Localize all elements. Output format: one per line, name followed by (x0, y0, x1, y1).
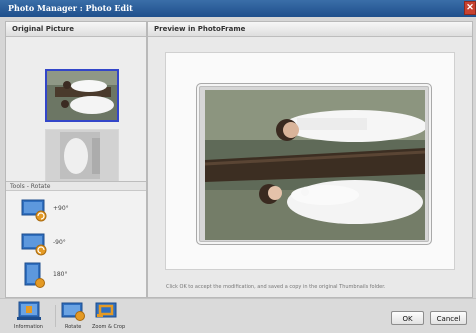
thumbnail-photo-icon (47, 71, 117, 120)
preview-note: Click OK to accept the modification, and… (166, 284, 386, 290)
bottom-toolbar: Information Rotate Zoom & Crop OK Cancel (0, 298, 476, 333)
rotate-minus-90-tool[interactable]: -90° (20, 230, 110, 258)
preview-header: Preview in PhotoFrame (148, 22, 472, 37)
original-picture-header: Original Picture (6, 22, 146, 37)
tab-information-label: Information (14, 324, 43, 330)
tab-zoom-crop-label: Zoom & Crop (92, 324, 126, 330)
close-button[interactable]: ✕ (464, 1, 476, 15)
rotate-plus-90-tool[interactable]: +90° (20, 196, 110, 224)
rotate-plus-90-label: +90° (53, 205, 69, 212)
title-bar: Photo Manager : Photo Edit ✕ (0, 0, 476, 17)
photo-frame (196, 83, 432, 245)
rotate-minus-90-label: -90° (53, 239, 66, 246)
rotate-180-tool[interactable]: 180° (20, 262, 110, 290)
information-icon (17, 301, 41, 320)
thumbnail-gray-photo-icon (46, 130, 118, 181)
preview-panel: Preview in PhotoFrame Click OK to accept… (147, 21, 473, 298)
thumbnail-original[interactable] (45, 129, 119, 182)
rotate-plus-90-icon (21, 199, 47, 222)
zoom-crop-icon (95, 302, 117, 318)
toolbar-separator (55, 305, 56, 327)
preview-photo-image (205, 90, 425, 240)
rotate-180-label: 180° (53, 271, 68, 278)
ok-button[interactable]: OK (391, 311, 424, 325)
preview-photo (205, 90, 425, 240)
rotate-icon (61, 302, 85, 321)
cancel-button[interactable]: Cancel (430, 311, 467, 325)
thumbnail-area (6, 37, 146, 182)
rotate-minus-90-icon (21, 233, 47, 256)
thumbnail-selected[interactable] (45, 69, 119, 122)
tools-rotate-header: Tools - Rotate (6, 181, 146, 191)
rotate-180-icon (24, 262, 45, 288)
tab-rotate-label: Rotate (65, 324, 82, 330)
window-title: Photo Manager : Photo Edit (8, 3, 133, 13)
preview-canvas (165, 52, 455, 270)
original-picture-panel: Original Picture Tools - Rotate +90° -90… (5, 21, 147, 298)
